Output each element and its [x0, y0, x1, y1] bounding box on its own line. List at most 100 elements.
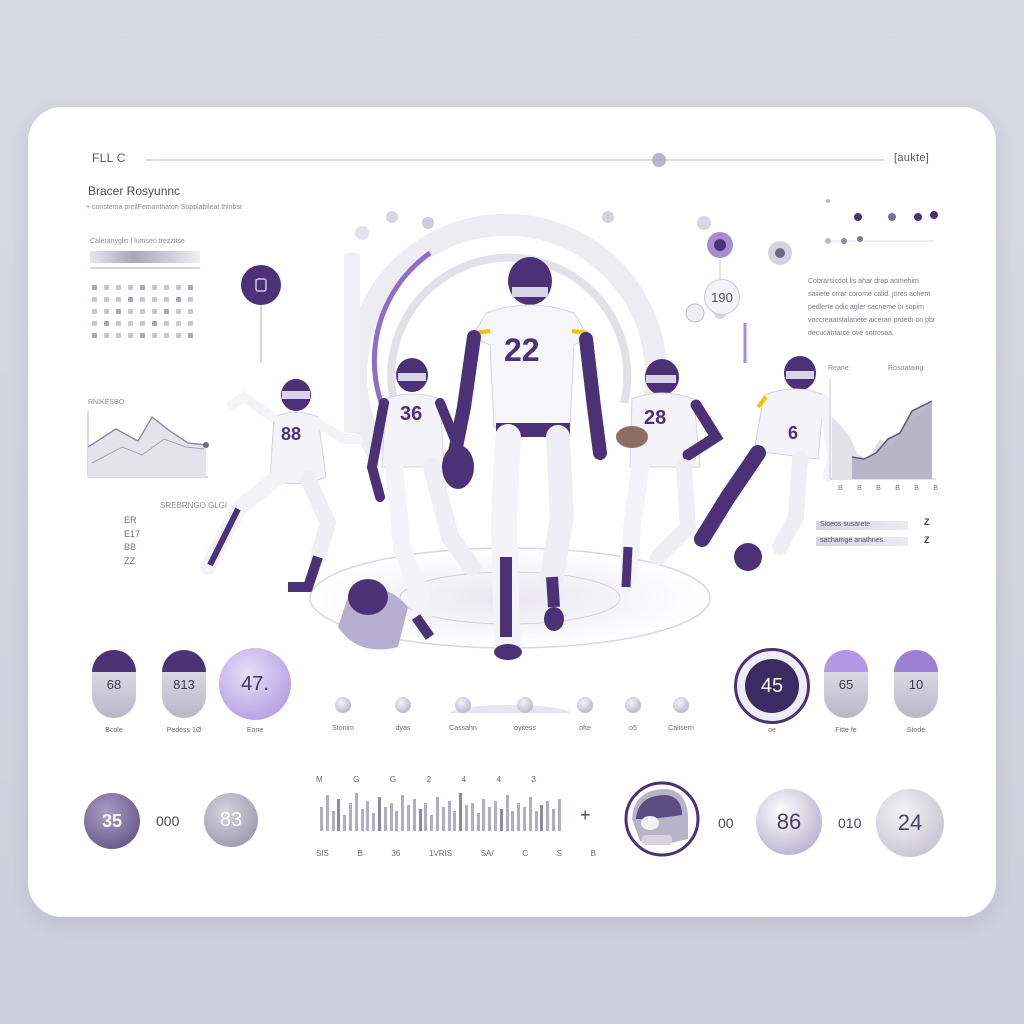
- bottom-circle[interactable]: 83: [204, 793, 258, 847]
- waveform-bars: [320, 791, 564, 831]
- grid-dot: [140, 297, 145, 302]
- jersey-number: 88: [281, 424, 302, 444]
- waveform-bar: [494, 801, 497, 831]
- wave-label: M: [316, 775, 323, 784]
- stat-pill[interactable]: 68: [92, 650, 136, 718]
- jersey-number: 6: [788, 423, 799, 443]
- waveform-bar: [528, 797, 532, 831]
- plus-icon[interactable]: +: [580, 805, 591, 826]
- control-knob[interactable]: [517, 697, 533, 713]
- waveform-bar: [372, 813, 376, 831]
- knob-label: Cassahn: [449, 725, 477, 732]
- wave-label: 1VRIS: [428, 849, 453, 858]
- stat-pill[interactable]: 813: [162, 650, 206, 718]
- pill-value: 813: [173, 677, 195, 692]
- waveform-bar: [424, 803, 428, 831]
- stat-circle[interactable]: 47.: [219, 648, 291, 720]
- legend-mark: Z: [924, 517, 930, 527]
- waveform-bar: [459, 793, 463, 831]
- x-tick-label: B: [895, 485, 900, 492]
- wave-label: S: [556, 849, 562, 858]
- grid-dot: [152, 297, 157, 302]
- waveform-bar: [540, 805, 544, 831]
- pill-cap: [162, 650, 206, 672]
- players-group: [200, 257, 838, 660]
- grid-dot: [116, 321, 121, 326]
- waveform-bar: [447, 801, 451, 831]
- control-knob[interactable]: [673, 697, 689, 713]
- grid-dot: [116, 285, 121, 290]
- waveform-bar: [331, 811, 335, 831]
- grid-dot: [92, 321, 97, 326]
- waveform-bar: [453, 811, 457, 831]
- bottom-text: 00: [718, 815, 734, 831]
- waveform-bar: [523, 807, 526, 831]
- grid-dot: [140, 309, 145, 314]
- bottom-circle[interactable]: 35: [84, 793, 140, 849]
- legend-mark: Z: [924, 535, 930, 545]
- knob-label: dyas: [395, 725, 411, 732]
- stat-pill[interactable]: 10: [894, 650, 938, 718]
- control-knob[interactable]: [577, 697, 593, 713]
- waveform-bar: [366, 801, 370, 831]
- knob-label: Calisern: [668, 725, 694, 732]
- waveform-bar: [354, 793, 358, 831]
- control-knob[interactable]: [395, 697, 411, 713]
- pill-cap: [824, 650, 868, 672]
- wave-label: C: [522, 849, 529, 858]
- helmet-avatar-icon: [624, 781, 700, 857]
- pill-cap: [894, 650, 938, 672]
- grid-dot: [92, 285, 97, 290]
- grid-dot: [92, 333, 97, 338]
- control-knob[interactable]: [625, 697, 641, 713]
- circle-label: Eone: [246, 727, 264, 734]
- x-tick-label: B: [933, 485, 938, 492]
- waveform-bar: [343, 815, 347, 831]
- waveform-bar: [383, 807, 387, 831]
- stat-circle-outer[interactable]: 45: [734, 648, 810, 724]
- waveform-bar: [465, 805, 468, 831]
- grid-dot: [152, 321, 157, 326]
- player-figure: [616, 359, 724, 588]
- header-right-label[interactable]: [aukte]: [894, 152, 929, 164]
- stat-value: E17: [124, 528, 141, 539]
- waveform-bar: [430, 815, 434, 831]
- grid-dot: [140, 321, 145, 326]
- grid-dot: [128, 285, 133, 290]
- waveform-bar: [511, 811, 515, 831]
- wave-label: 3: [531, 775, 536, 784]
- timeline-knob[interactable]: [652, 153, 666, 167]
- panel-title: Bracer Rosyunnc: [88, 184, 181, 198]
- waveform-bar: [320, 807, 323, 831]
- knob-label: Stonim: [332, 725, 354, 732]
- grid-dot: [140, 333, 145, 338]
- waveform-bar: [557, 799, 561, 831]
- stat-pill[interactable]: 65: [824, 650, 868, 718]
- grid-dot: [116, 309, 121, 314]
- grid-dot: [152, 285, 157, 290]
- pill-label: Stode: [906, 727, 926, 734]
- control-knob[interactable]: [335, 697, 351, 713]
- grid-dot: [92, 309, 97, 314]
- wave-top-labels: M G G 2 4 4 3: [316, 775, 536, 784]
- waveform-bar: [499, 809, 503, 831]
- pill-value: 68: [106, 677, 122, 692]
- knob-label: oyitess: [514, 725, 536, 732]
- bottom-circle[interactable]: 86: [756, 789, 822, 855]
- right-paragraph: Cobrarsicdot lis ahar drap aomehim saiii…: [808, 278, 936, 337]
- grid-dot: [104, 309, 109, 314]
- grid-dot: [128, 297, 133, 302]
- grid-dot: [128, 321, 133, 326]
- timeline-track[interactable]: [146, 159, 884, 161]
- wave-label: 2: [426, 775, 432, 784]
- waveform-bar: [476, 813, 480, 831]
- control-knob[interactable]: [455, 697, 471, 713]
- pill-label: Pedess 1Ø: [166, 727, 202, 734]
- grid-dot: [104, 297, 109, 302]
- waveform-bar: [436, 797, 439, 831]
- stat-value: ER: [124, 515, 137, 525]
- bottom-circle[interactable]: 24: [876, 789, 944, 857]
- player-figure: [694, 356, 838, 571]
- wave-label: 4: [496, 775, 501, 784]
- legend-row: Sioeos susarete: [816, 521, 908, 530]
